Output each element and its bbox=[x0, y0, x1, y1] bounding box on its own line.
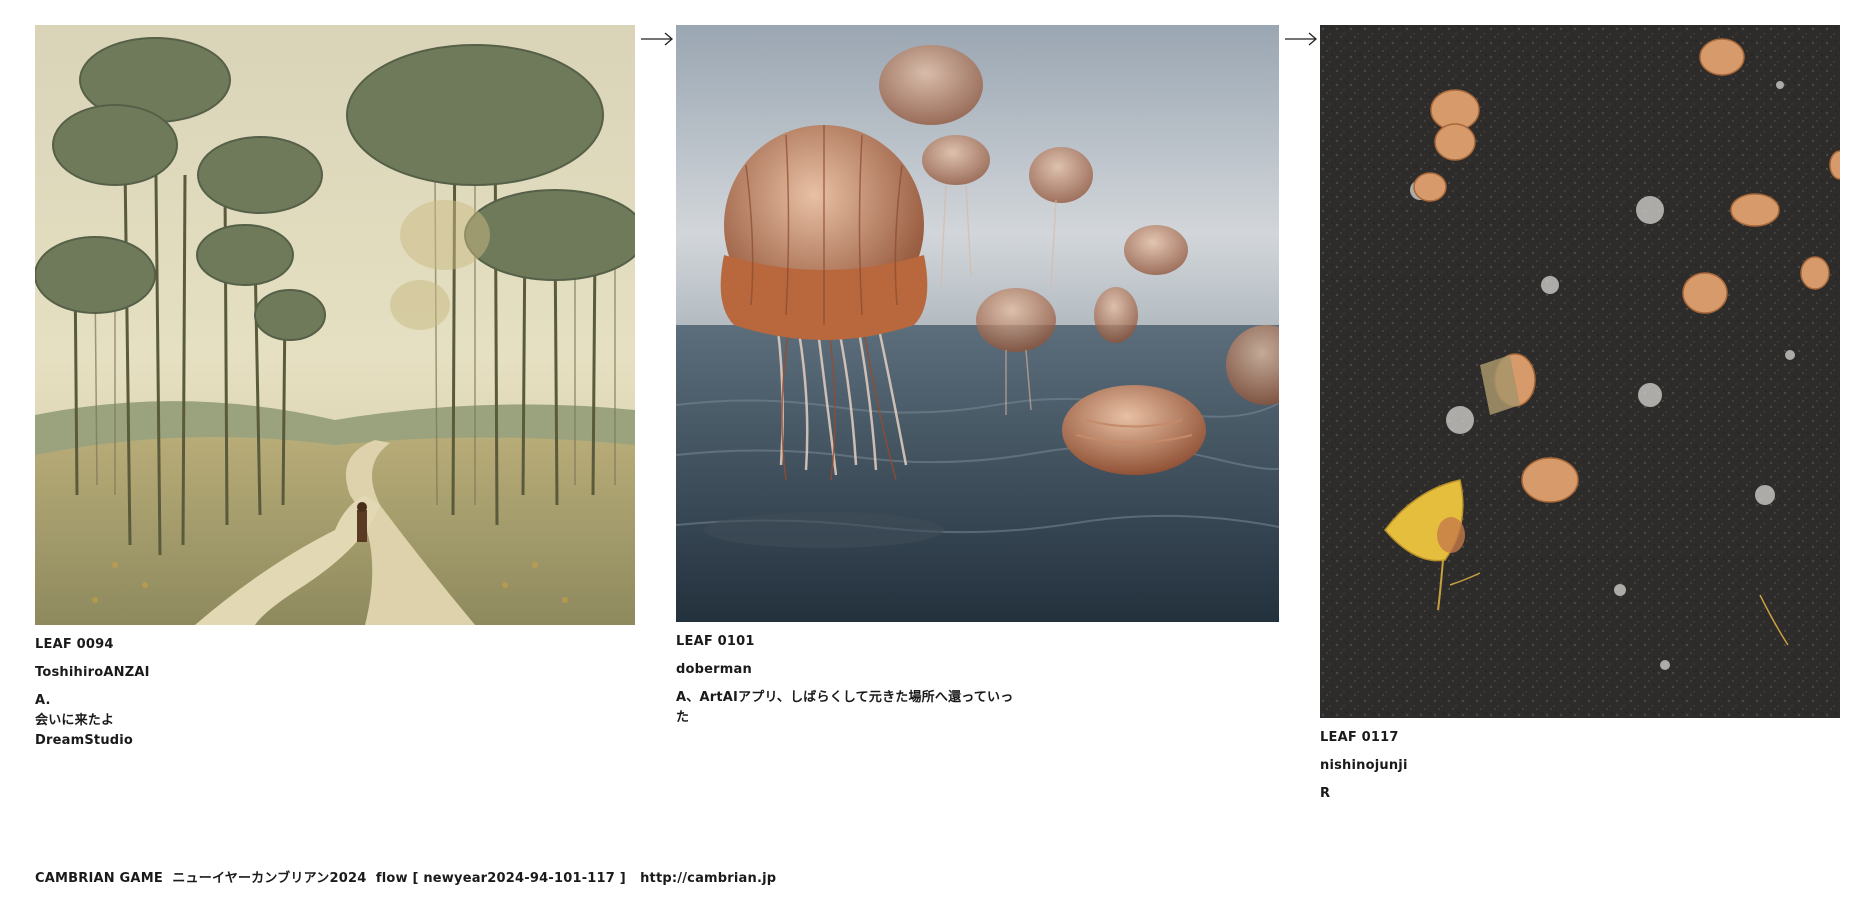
note-line: A、ArtAIアプリ、しばらくして元きた場所へ還っていった bbox=[676, 690, 1014, 725]
leaf-id: LEAF 0117 bbox=[1320, 730, 1399, 745]
asphalt-photo bbox=[1320, 25, 1840, 718]
leaf-note: A、ArtAIアプリ、しばらくして元きた場所へ還っていった bbox=[676, 688, 1016, 728]
leaf-card-0094: LEAF 0094 ToshihiroANZAI A. 会いに来たよ Dream… bbox=[35, 25, 635, 751]
footer-credit: CAMBRIAN GAME ニューイヤーカンブリアン2024 flow [ ne… bbox=[35, 871, 777, 886]
leaf-note: R bbox=[1320, 784, 1840, 804]
note-line: DreamStudio bbox=[35, 733, 134, 748]
leaf-author[interactable]: nishinojunji bbox=[1320, 758, 1840, 773]
leaf-image-ginkgo[interactable] bbox=[1320, 25, 1840, 718]
jellyfish-photo bbox=[676, 25, 1279, 622]
leaf-image-jellyfish[interactable] bbox=[676, 25, 1279, 622]
note-line: A. bbox=[35, 693, 51, 708]
leaf-image-forest[interactable] bbox=[35, 25, 635, 625]
leaf-card-0101: LEAF 0101 doberman A、ArtAIアプリ、しばらくして元きた場… bbox=[676, 25, 1279, 728]
leaf-author[interactable]: doberman bbox=[676, 662, 1279, 677]
leaf-note: A. 会いに来たよ DreamStudio bbox=[35, 691, 635, 751]
leaf-id: LEAF 0101 bbox=[676, 634, 755, 649]
right-arrow-icon bbox=[1285, 32, 1317, 46]
leaf-author[interactable]: ToshihiroANZAI bbox=[35, 665, 635, 680]
page: LEAF 0094 ToshihiroANZAI A. 会いに来たよ Dream… bbox=[0, 0, 1874, 900]
leaf-card-0117: LEAF 0117 nishinojunji R bbox=[1320, 25, 1840, 804]
note-line: 会いに来たよ bbox=[35, 713, 115, 728]
leaf-id: LEAF 0094 bbox=[35, 637, 114, 652]
note-line: R bbox=[1320, 786, 1331, 801]
forest-illustration bbox=[35, 25, 635, 625]
right-arrow-icon bbox=[641, 32, 673, 46]
